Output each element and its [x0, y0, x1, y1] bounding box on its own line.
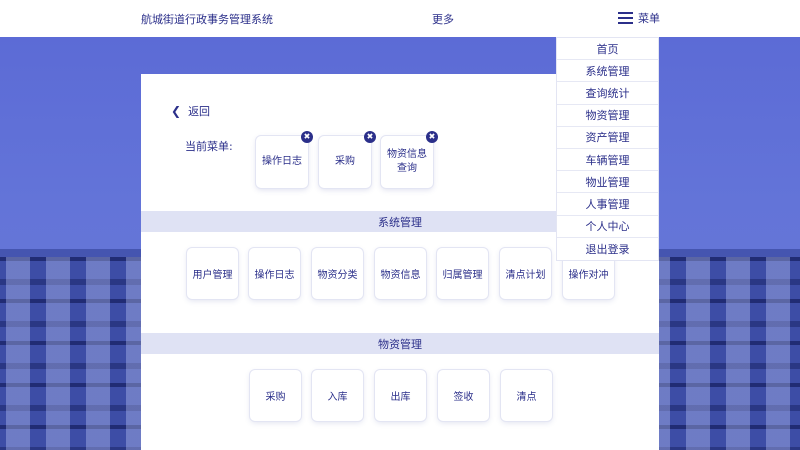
menu-item-vehicle-management[interactable]: 车辆管理 [557, 149, 658, 172]
close-icon[interactable]: ✖ [364, 131, 376, 143]
current-menu-chip[interactable]: ✖ 操作日志 [256, 131, 313, 188]
tile-inventory-count[interactable]: 清点 [501, 370, 552, 421]
menu-toggle-button[interactable]: 菜单 [618, 10, 660, 26]
menu-item-personal-center[interactable]: 个人中心 [557, 216, 658, 238]
close-icon[interactable]: ✖ [301, 131, 313, 143]
tile-material-info[interactable]: 物资信息 [375, 248, 426, 299]
tile-stock-in[interactable]: 入库 [312, 370, 363, 421]
menu-item-asset-management[interactable]: 资产管理 [557, 127, 658, 149]
more-link[interactable]: 更多 [432, 11, 454, 27]
menu-dropdown: 首页 系统管理 查询统计 物资管理 资产管理 车辆管理 物业管理 人事管理 个人… [556, 37, 659, 261]
menu-item-material-management[interactable]: 物资管理 [557, 105, 658, 127]
tile-purchase[interactable]: 采购 [250, 370, 301, 421]
section-header-material: 物资管理 [141, 333, 659, 354]
menu-item-property-management[interactable]: 物业管理 [557, 171, 658, 194]
tile-sign-receipt[interactable]: 签收 [438, 370, 489, 421]
chevron-left-icon: ❮ [171, 104, 182, 118]
chip-label: 采购 [335, 156, 355, 167]
menu-item-query-statistics[interactable]: 查询统计 [557, 82, 658, 105]
tile-stock-out[interactable]: 出库 [375, 370, 426, 421]
tile-ownership-management[interactable]: 归属管理 [437, 248, 488, 299]
system-title: 航城街道行政事务管理系统 [141, 13, 273, 26]
hamburger-icon [618, 12, 633, 24]
current-menu-chip[interactable]: ✖ 采购 [319, 131, 376, 188]
tile-material-category[interactable]: 物资分类 [312, 248, 363, 299]
chip-label: 操作日志 [262, 156, 302, 167]
tile-inventory-plan[interactable]: 清点计划 [500, 248, 551, 299]
menu-item-system-management[interactable]: 系统管理 [557, 60, 658, 83]
chip-label: 物资信息查询 [387, 149, 427, 174]
back-button[interactable]: ❮ 返回 [171, 103, 210, 119]
top-bar: 航城街道行政事务管理系统 更多 菜单 [0, 0, 800, 37]
current-menu-label: 当前菜单: [185, 140, 233, 153]
menu-item-home[interactable]: 首页 [557, 38, 658, 61]
tile-operation-log[interactable]: 操作日志 [249, 248, 300, 299]
menu-label: 菜单 [638, 12, 660, 25]
back-label: 返回 [188, 105, 211, 118]
menu-item-hr-management[interactable]: 人事管理 [557, 193, 658, 216]
current-menu-chip[interactable]: ✖ 物资信息查询 [381, 131, 438, 188]
tile-user-management[interactable]: 用户管理 [187, 248, 238, 299]
close-icon[interactable]: ✖ [426, 131, 438, 143]
menu-item-logout[interactable]: 退出登录 [557, 238, 658, 260]
